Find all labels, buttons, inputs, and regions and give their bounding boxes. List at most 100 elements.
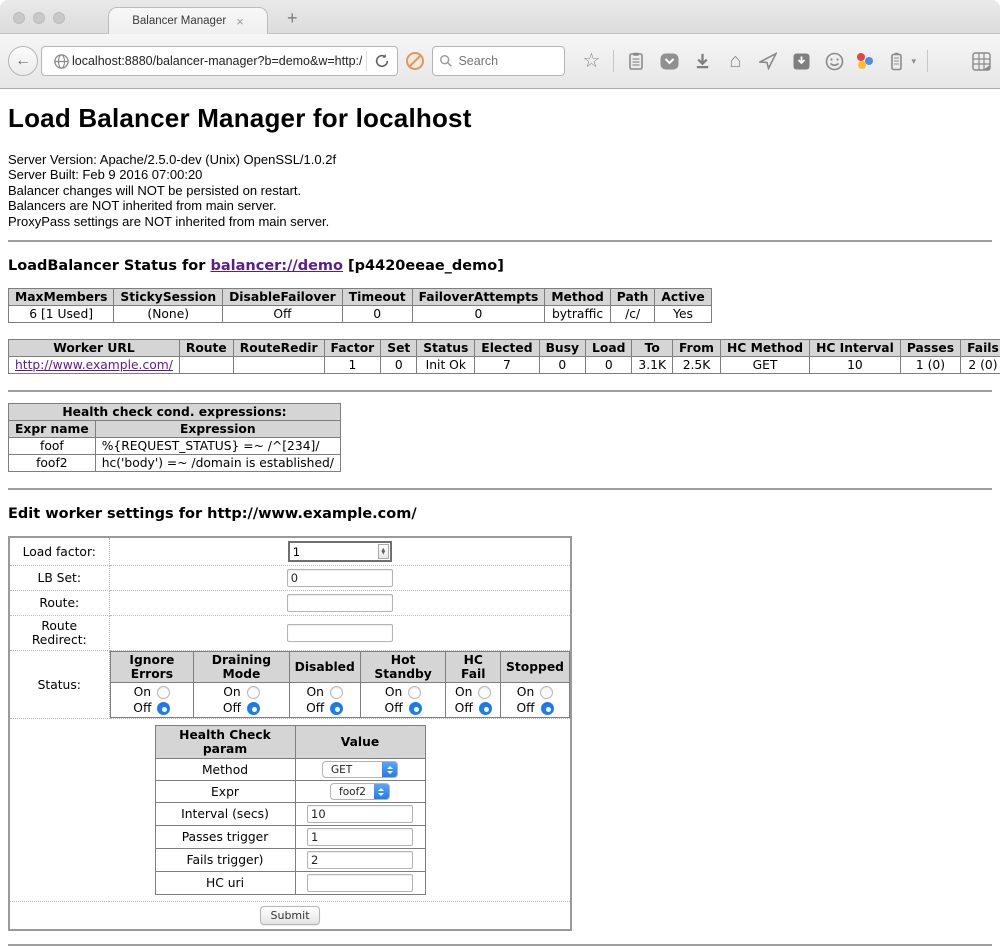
col-header: Load xyxy=(586,340,632,357)
cell-expr-name: foof xyxy=(9,438,96,455)
expr-label: Expr xyxy=(155,781,295,803)
col-header: Fails xyxy=(961,340,1000,357)
hc-uri-input[interactable] xyxy=(307,874,413,892)
status-draining-mode-off-radio[interactable] xyxy=(247,702,260,715)
status-stopped-off-radio[interactable] xyxy=(541,702,554,715)
toolbar-divider xyxy=(613,50,614,72)
status-hot-standby-off-radio[interactable] xyxy=(409,702,422,715)
url-divider xyxy=(366,51,367,71)
status-stopped-on-radio[interactable] xyxy=(540,686,553,699)
new-tab-button[interactable]: + xyxy=(287,8,298,29)
radio-label: Off xyxy=(385,700,403,716)
menu-hamburger-icon[interactable] xyxy=(939,54,959,68)
select-stepper-icon xyxy=(374,783,389,800)
battery-extension-icon[interactable] xyxy=(885,50,907,72)
status-disabled-off-radio[interactable] xyxy=(330,702,343,715)
search-input[interactable] xyxy=(458,54,558,68)
minimize-window-button[interactable] xyxy=(33,12,45,24)
extension-dropdown-chevron-icon[interactable]: ▾ xyxy=(911,56,916,67)
status-hc-fail-on-radio[interactable] xyxy=(478,686,491,699)
radio-label: On xyxy=(306,684,323,700)
table-row: foof2 hc('body') =~ /domain is establish… xyxy=(9,455,341,472)
status-hot-standby-on-radio[interactable] xyxy=(408,686,421,699)
status-hc-fail-off-radio[interactable] xyxy=(479,702,492,715)
server-built-line: Server Built: Feb 9 2016 07:00:20 xyxy=(8,167,992,182)
divider xyxy=(8,488,992,490)
load-factor-field-wrap: ▲▼ xyxy=(288,541,392,562)
status-disabled-on-radio[interactable] xyxy=(330,686,343,699)
hc-row-expr: Expr foof2 xyxy=(155,781,425,803)
status-draining-mode-on-radio[interactable] xyxy=(247,686,260,699)
cell-stickysession: (None) xyxy=(114,306,223,323)
expr-table-title: Health check cond. expressions: xyxy=(9,404,341,421)
route-redirect-input[interactable] xyxy=(287,624,393,642)
col-header: StickySession xyxy=(114,289,223,306)
browser-tab[interactable]: Balancer Manager × xyxy=(108,7,268,34)
edit-worker-heading: Edit worker settings for http://www.exam… xyxy=(8,506,992,522)
col-header: Stopped xyxy=(501,652,570,683)
url-bar[interactable]: localhost:8880/balancer-manager?b=demo&w… xyxy=(41,46,398,76)
health-check-expressions-table: Health check cond. expressions: Expr nam… xyxy=(8,403,341,472)
load-factor-input[interactable] xyxy=(290,545,378,559)
feedback-smiley-icon[interactable] xyxy=(823,50,845,72)
close-window-button[interactable] xyxy=(13,12,25,24)
downloads-icon[interactable] xyxy=(691,50,713,72)
route-input[interactable] xyxy=(287,594,393,612)
col-header: HC Fail xyxy=(446,652,501,683)
url-text[interactable]: localhost:8880/balancer-manager?b=demo&w… xyxy=(72,54,362,68)
submit-button[interactable]: Submit xyxy=(260,906,319,925)
col-header: Passes xyxy=(900,340,960,357)
method-select[interactable]: GET xyxy=(322,761,398,778)
color-dots-extension-icon[interactable] xyxy=(856,52,874,70)
col-header: Draining Mode xyxy=(194,652,289,683)
col-header: Expr name xyxy=(9,421,96,438)
zoom-window-button[interactable] xyxy=(53,12,65,24)
pocket-icon[interactable] xyxy=(658,50,680,72)
passes-input[interactable] xyxy=(307,828,413,846)
radio-label: On xyxy=(134,684,151,700)
col-header: Active xyxy=(655,289,711,306)
cell-active: Yes xyxy=(655,306,711,323)
interval-input[interactable] xyxy=(307,805,413,823)
cell-route xyxy=(179,357,233,374)
col-header: Expression xyxy=(95,421,340,438)
divider xyxy=(8,390,992,392)
blocked-content-icon[interactable] xyxy=(405,50,425,72)
fails-input[interactable] xyxy=(307,851,413,869)
status-ignore-errors-on-radio[interactable] xyxy=(157,686,170,699)
number-stepper-icon[interactable]: ▲▼ xyxy=(378,544,389,559)
back-button[interactable]: ← xyxy=(8,46,38,76)
edit-worker-form: Load factor: ▲▼ LB Set: Route: Route Red… xyxy=(8,536,572,931)
cell-set: 0 xyxy=(381,357,417,374)
browser-window: Balancer Manager × + ← localhost:8880/ba… xyxy=(0,0,1000,89)
route-redirect-label: Route Redirect: xyxy=(9,616,109,651)
radio-label: On xyxy=(455,684,472,700)
reload-icon[interactable] xyxy=(371,50,393,72)
cell-hc-method: GET xyxy=(721,357,810,374)
worker-url-link[interactable]: http://www.example.com/ xyxy=(15,358,173,372)
form-row-lb-set: LB Set: xyxy=(9,566,571,591)
lb-set-input[interactable] xyxy=(287,569,393,587)
cell-timeout: 0 xyxy=(342,306,412,323)
radio-label: Off xyxy=(133,700,151,716)
save-square-icon[interactable] xyxy=(790,50,812,72)
site-identity-globe-icon[interactable] xyxy=(50,50,72,72)
send-plane-icon[interactable] xyxy=(757,50,779,72)
expr-select[interactable]: foof2 xyxy=(330,783,390,800)
clipboard-icon[interactable] xyxy=(625,50,647,72)
bookmark-star-icon[interactable]: ☆ xyxy=(580,50,602,72)
balancer-demo-link[interactable]: balancer://demo xyxy=(210,258,343,274)
col-header: Worker URL xyxy=(9,340,180,357)
status-ignore-errors-off-radio[interactable] xyxy=(157,702,170,715)
cell-disablefailover: Off xyxy=(223,306,343,323)
cell-failoverattempts: 0 xyxy=(412,306,545,323)
col-header: FailoverAttempts xyxy=(412,289,545,306)
col-header: Hot Standby xyxy=(360,652,446,683)
search-bar[interactable] xyxy=(432,46,565,76)
tab-close-icon[interactable]: × xyxy=(236,15,244,28)
grid-panel-icon[interactable] xyxy=(970,50,992,72)
cell-to: 3.1K xyxy=(632,357,673,374)
table-row: foof %{REQUEST_STATUS} =~ /^[234]/ xyxy=(9,438,341,455)
heading-suffix: [p4420eeae_demo] xyxy=(343,258,504,274)
home-icon[interactable]: ⌂ xyxy=(724,50,746,72)
